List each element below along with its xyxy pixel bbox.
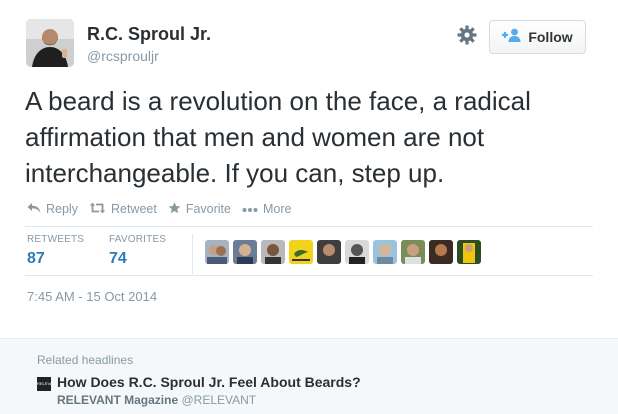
person-add-icon	[502, 28, 522, 47]
favoriter-avatar[interactable]	[289, 240, 313, 264]
tweet-text: A beard is a revolution on the face, a r…	[25, 86, 531, 188]
tweet-card: R.C. Sproul Jr. @rcsprouljr Follow A bea…	[0, 0, 618, 338]
favoriter-avatar[interactable]	[373, 240, 397, 264]
author-handle[interactable]: @rcsprouljr	[87, 48, 159, 64]
related-source[interactable]: RELEVANT Magazine @RELEVANT	[57, 393, 256, 407]
related-title: Related headlines	[37, 353, 134, 367]
favoriter-avatar[interactable]	[457, 240, 481, 264]
tweet-actions: Reply Retweet Favorite More	[27, 200, 302, 218]
avatar[interactable]	[26, 19, 74, 67]
divider	[25, 275, 593, 276]
reply-label: Reply	[46, 202, 78, 216]
star-icon	[168, 201, 181, 217]
gear-icon[interactable]	[456, 24, 478, 46]
divider	[25, 226, 593, 227]
favoriter-avatar[interactable]	[205, 240, 229, 264]
favorites-stat[interactable]: FAVORITES 74	[109, 234, 166, 268]
author-name[interactable]: R.C. Sproul Jr.	[87, 24, 211, 45]
favoriter-avatar[interactable]	[401, 240, 425, 264]
relevant-logo-icon: RELEVANT	[37, 377, 51, 391]
retweet-button[interactable]: Retweet	[89, 202, 157, 217]
more-button[interactable]: More	[242, 202, 291, 216]
retweets-stat[interactable]: RETWEETS 87	[27, 234, 84, 268]
favoriter-avatar[interactable]	[345, 240, 369, 264]
related-headlines: Related headlines RELEVANT How Does R.C.…	[0, 338, 618, 414]
favorite-label: Favorite	[185, 202, 231, 216]
favoriter-avatar[interactable]	[261, 240, 285, 264]
favoriter-avatar[interactable]	[233, 240, 257, 264]
favoriter-avatars	[205, 240, 481, 264]
favorites-count: 74	[109, 250, 127, 267]
more-dots-icon	[242, 202, 258, 216]
retweets-label: RETWEETS	[27, 234, 85, 245]
favoriter-avatar[interactable]	[317, 240, 341, 264]
related-source-handle: @RELEVANT	[181, 393, 257, 407]
retweets-count: 87	[27, 250, 45, 267]
related-headline-link[interactable]: How Does R.C. Sproul Jr. Feel About Bear…	[57, 374, 361, 390]
tweet-timestamp[interactable]: 7:45 AM - 15 Oct 2014	[27, 289, 157, 304]
tweet-stats: RETWEETS 87 FAVORITES 74	[25, 234, 593, 275]
favorites-label: FAVORITES	[109, 234, 167, 245]
follow-label: Follow	[528, 29, 573, 45]
stats-divider	[192, 234, 193, 274]
follow-button[interactable]: Follow	[489, 20, 586, 54]
reply-button[interactable]: Reply	[27, 202, 78, 217]
reply-icon	[27, 202, 41, 217]
related-source-name: RELEVANT Magazine	[57, 393, 179, 407]
more-label: More	[262, 202, 292, 216]
retweet-icon	[89, 202, 106, 217]
favorite-button[interactable]: Favorite	[168, 201, 231, 217]
retweet-label: Retweet	[110, 202, 157, 216]
favoriter-avatar[interactable]	[429, 240, 453, 264]
